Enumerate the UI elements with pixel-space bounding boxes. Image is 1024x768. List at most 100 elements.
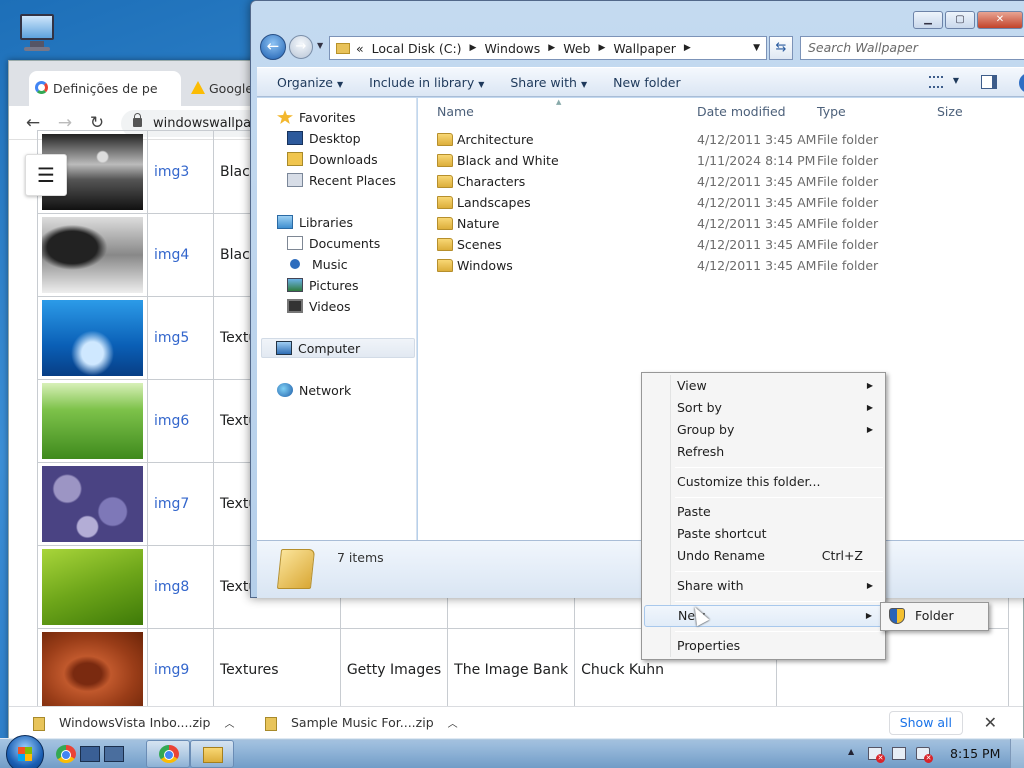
breadcrumb-arrow-icon[interactable]: ▶ — [598, 43, 605, 53]
action-center-icon[interactable]: ✕ — [868, 747, 885, 763]
organize-button[interactable]: Organize ▼ — [271, 75, 349, 90]
breadcrumb-wallpaper[interactable]: Wallpaper — [613, 41, 676, 56]
file-row[interactable]: Black and White 1/11/2024 8:14 PM File fol… — [418, 150, 1024, 171]
file-date: 4/12/2011 3:45 AM — [697, 258, 817, 273]
menu-item-view[interactable]: View ▶ — [644, 375, 883, 397]
nav-recent-places[interactable]: Recent Places — [287, 170, 396, 190]
show-desktop-taskbar-icon[interactable] — [80, 746, 100, 762]
minimize-icon[interactable]: ▁ — [913, 11, 943, 29]
menu-item-group-by[interactable]: Group by ▶ — [644, 419, 883, 441]
new-folder-button[interactable]: New folder — [607, 75, 687, 90]
download-item-2[interactable]: Sample Music For....zip ︿ — [265, 715, 458, 731]
table-of-contents-icon[interactable]: ☰ — [25, 154, 67, 196]
chrome-taskbar-button[interactable] — [146, 740, 190, 768]
breadcrumb-local-disk[interactable]: Local Disk (C:) — [372, 41, 462, 56]
back-arrow-icon[interactable]: ← — [260, 34, 286, 60]
nav-downloads[interactable]: Downloads — [287, 149, 378, 169]
computer-desktop-icon[interactable] — [14, 8, 64, 56]
breadcrumb-arrow-icon[interactable]: ▶ — [548, 43, 555, 53]
include-in-library-button[interactable]: Include in library ▼ — [363, 75, 490, 90]
change-view-icon[interactable] — [929, 76, 943, 88]
nav-network[interactable]: Network — [277, 380, 351, 400]
network-tray-icon[interactable] — [892, 747, 906, 760]
breadcrumb-arrow-icon[interactable]: ▶ — [684, 43, 691, 53]
column-header-size[interactable]: Size — [937, 104, 963, 119]
nav-music[interactable]: Music — [287, 254, 348, 274]
menu-item-paste-shortcut[interactable]: Paste shortcut — [644, 523, 883, 545]
pictures-icon — [287, 278, 303, 292]
maximize-icon[interactable]: ▢ — [945, 11, 975, 29]
close-window-icon[interactable]: ✕ — [977, 11, 1023, 29]
forward-arrow-icon[interactable]: → — [289, 35, 313, 59]
file-type: File folder — [817, 174, 879, 189]
breadcrumb-web[interactable]: Web — [563, 41, 590, 56]
close-icon[interactable]: ✕ — [984, 713, 997, 732]
nav-favorites[interactable]: Favorites — [277, 107, 355, 127]
chrome-taskbar-icon[interactable] — [56, 745, 76, 763]
window-switcher-taskbar-icon[interactable] — [104, 746, 124, 762]
file-row[interactable]: Characters 4/12/2011 3:45 AM File folder — [418, 171, 1024, 192]
nav-videos[interactable]: Videos — [287, 296, 351, 316]
wallpaper-thumbnail[interactable] — [42, 549, 143, 625]
start-button[interactable] — [6, 735, 44, 768]
system-clock[interactable]: 8:15 PM — [950, 746, 1000, 761]
column-header-date-modified[interactable]: Date modified — [697, 104, 786, 119]
image-name-link[interactable]: img6 — [147, 379, 214, 463]
chevron-up-icon[interactable]: ︿ — [224, 719, 234, 730]
chevron-down-icon[interactable]: ▼ — [953, 76, 959, 85]
menu-item-paste[interactable]: Paste — [644, 501, 883, 523]
download-item-1[interactable]: WindowsVista Inbo....zip ︿ — [33, 715, 234, 731]
preview-pane-icon[interactable] — [981, 75, 997, 89]
file-row[interactable]: Landscapes 4/12/2011 3:45 AM File folder — [418, 192, 1024, 213]
menu-item-new[interactable]: New ▶ — [644, 605, 883, 627]
explorer-taskbar-button[interactable] — [190, 740, 234, 768]
wallpaper-thumbnail[interactable] — [42, 632, 143, 708]
nav-pictures[interactable]: Pictures — [287, 275, 359, 295]
submenu-item-folder[interactable]: Folder — [883, 605, 986, 627]
file-row[interactable]: Scenes 4/12/2011 3:45 AM File folder — [418, 234, 1024, 255]
file-date: 1/11/2024 8:14 PM — [697, 153, 816, 168]
chevron-up-icon[interactable]: ︿ — [448, 719, 458, 730]
show-hidden-icons-icon[interactable]: ▲ — [848, 747, 854, 756]
chrome-tab-google[interactable]: Google — [185, 71, 255, 106]
breadcrumb-windows[interactable]: Windows — [484, 41, 540, 56]
volume-muted-icon[interactable]: ✕ — [916, 747, 933, 763]
address-breadcrumb[interactable]: « Local Disk (C:) ▶ Windows ▶ Web ▶ Wallpap… — [329, 36, 767, 60]
image-name-link[interactable]: img5 — [147, 296, 214, 380]
file-row[interactable]: Windows 4/12/2011 3:45 AM File folder — [418, 255, 1024, 276]
image-name-link[interactable]: img4 — [147, 213, 214, 297]
image-name-link[interactable]: img8 — [147, 545, 214, 629]
image-name-link[interactable]: img9 — [147, 628, 214, 712]
column-header-name[interactable]: Name — [437, 104, 474, 119]
nav-computer[interactable]: Computer — [261, 338, 415, 358]
breadcrumb-arrow-icon[interactable]: ▶ — [470, 43, 477, 53]
wallpaper-thumbnail[interactable] — [42, 217, 143, 293]
menu-item-sort-by[interactable]: Sort by ▶ — [644, 397, 883, 419]
wallpaper-thumbnail[interactable] — [42, 383, 143, 459]
menu-item-share-with[interactable]: Share with ▶ — [644, 575, 883, 597]
share-with-button[interactable]: Share with ▼ — [504, 75, 593, 90]
show-all-button[interactable]: Show all — [888, 711, 963, 735]
column-header-type[interactable]: Type — [817, 104, 846, 119]
nav-libraries[interactable]: Libraries — [277, 212, 353, 232]
wallpaper-thumbnail[interactable] — [42, 300, 143, 376]
file-row[interactable]: Architecture 4/12/2011 3:45 AM File folder — [418, 129, 1024, 150]
file-row[interactable]: Nature 4/12/2011 3:45 AM File folder — [418, 213, 1024, 234]
image-name-link[interactable]: img3 — [147, 130, 214, 214]
menu-item-undo-rename[interactable]: Undo Rename Ctrl+Z — [644, 545, 883, 567]
menu-item-customize[interactable]: Customize this folder... — [644, 471, 883, 493]
recent-pages-dropdown-icon[interactable]: ▼ — [317, 41, 323, 50]
wallpaper-thumbnail[interactable] — [42, 466, 143, 542]
address-dropdown-icon[interactable]: ▼ — [753, 43, 760, 53]
image-name-link[interactable]: img7 — [147, 462, 214, 546]
nav-documents[interactable]: Documents — [287, 233, 380, 253]
search-input[interactable]: Search Wallpaper — [800, 36, 1024, 60]
refresh-icon[interactable]: ⇆ — [769, 36, 793, 60]
folder-icon — [437, 238, 453, 251]
menu-item-properties[interactable]: Properties — [644, 635, 883, 657]
nav-desktop[interactable]: Desktop — [287, 128, 361, 148]
chrome-tab-definicoes[interactable]: Definições de pe — [29, 71, 181, 106]
menu-item-refresh[interactable]: Refresh — [644, 441, 883, 463]
show-desktop-button[interactable] — [1010, 739, 1024, 768]
help-icon[interactable]: ? — [1019, 73, 1024, 93]
